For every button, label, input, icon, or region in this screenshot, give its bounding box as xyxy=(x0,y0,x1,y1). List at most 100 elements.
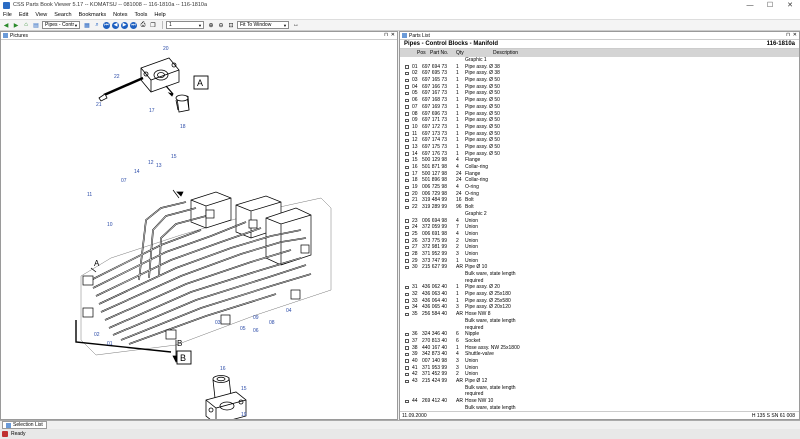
callout-04[interactable]: 04 xyxy=(286,308,292,314)
row-checkbox[interactable] xyxy=(405,252,409,256)
row-checkbox[interactable] xyxy=(405,91,409,96)
table-row[interactable]: 05 697 167 73 1 Pipe assy. Ø 50 xyxy=(400,90,799,97)
home-icon[interactable]: ⌂ xyxy=(22,21,30,29)
row-checkbox[interactable] xyxy=(405,118,409,123)
callout-12[interactable]: 12 xyxy=(148,160,154,166)
zoom-box-icon[interactable]: ⊡ xyxy=(227,21,235,29)
callout-07[interactable]: 07 xyxy=(121,178,127,184)
table-row[interactable]: 40 007 140 98 3 Union xyxy=(400,358,799,365)
search-icon[interactable]: ⌕ xyxy=(93,21,101,29)
maximize-button[interactable]: ☐ xyxy=(760,0,780,10)
callout-22[interactable]: 22 xyxy=(114,74,120,80)
table-row[interactable]: Graphic 2 xyxy=(400,211,799,218)
row-checkbox[interactable] xyxy=(405,198,409,203)
next-page-icon[interactable]: ▶ xyxy=(121,21,128,29)
row-checkbox[interactable] xyxy=(405,359,409,363)
table-row[interactable]: 11 697 173 73 1 Pipe assy. Ø 50 xyxy=(400,131,799,138)
zoom-out-icon[interactable]: ⊖ xyxy=(217,21,225,29)
menu-bookmarks[interactable]: Bookmarks xyxy=(79,12,107,18)
callout-14[interactable]: 14 xyxy=(134,169,140,175)
row-checkbox[interactable] xyxy=(405,178,409,183)
row-checkbox[interactable] xyxy=(405,145,409,149)
callout-10[interactable]: 10 xyxy=(107,222,113,228)
row-checkbox[interactable] xyxy=(405,372,409,377)
menu-view[interactable]: View xyxy=(35,12,47,18)
table-row[interactable]: required xyxy=(400,325,799,332)
close-icon[interactable]: ✕ xyxy=(793,32,797,38)
callout-21[interactable]: 21 xyxy=(96,102,102,108)
row-checkbox[interactable] xyxy=(405,112,409,116)
parts-drawing[interactable]: A B A B 20 22 17 18 21 15 13 12 14 07 11… xyxy=(1,40,397,419)
callout-11[interactable]: 11 xyxy=(87,192,92,198)
row-checkbox[interactable] xyxy=(405,172,409,176)
callout-08[interactable]: 08 xyxy=(269,320,275,326)
table-row[interactable]: 10 697 172 73 1 Pipe assy. Ø 50 xyxy=(400,124,799,131)
table-row[interactable]: 37 270 813 40 6 Socket xyxy=(400,338,799,345)
table-row[interactable]: 08 697 696 73 1 Pipe assy. Ø 50 xyxy=(400,111,799,118)
pin-icon[interactable]: ⊓ xyxy=(384,32,388,38)
row-checkbox[interactable] xyxy=(405,399,409,404)
row-checkbox[interactable] xyxy=(405,352,409,357)
row-checkbox[interactable] xyxy=(405,78,409,83)
row-checkbox[interactable] xyxy=(405,219,409,223)
callout-15[interactable]: 15 xyxy=(171,154,177,160)
row-checkbox[interactable] xyxy=(405,312,409,317)
table-row[interactable]: 23 006 694 98 4 Union xyxy=(400,218,799,225)
table-row[interactable]: 21 319 484 99 16 Bolt xyxy=(400,197,799,204)
copy-icon[interactable]: ❐ xyxy=(149,21,157,29)
table-row[interactable]: 20 006 729 98 24 O-ring xyxy=(400,191,799,198)
row-checkbox[interactable] xyxy=(405,132,409,136)
callout-18[interactable]: 18 xyxy=(180,124,186,130)
callout-16[interactable]: 16 xyxy=(220,366,226,372)
table-row[interactable]: 19 006 725 98 4 O-ring xyxy=(400,184,799,191)
table-row[interactable]: 02 697 695 73 1 Pipe assy. Ø 38 xyxy=(400,70,799,77)
table-row[interactable]: 35 256 584 40 AR Hose NW 8 xyxy=(400,311,799,318)
row-checkbox[interactable] xyxy=(405,192,409,196)
callout-02[interactable]: 02 xyxy=(94,332,100,338)
table-row[interactable]: 31 436 062 40 1 Pipe assy. Ø 20 xyxy=(400,284,799,291)
table-row[interactable]: 07 697 169 73 1 Pipe assy. Ø 50 xyxy=(400,104,799,111)
callout-19[interactable]: 19 xyxy=(241,412,247,418)
row-checkbox[interactable] xyxy=(405,366,409,370)
row-checkbox[interactable] xyxy=(405,245,409,250)
table-row[interactable]: 36 324 346 40 6 Nipple xyxy=(400,331,799,338)
table-row[interactable]: 32 436 063 40 1 Pipe assy. Ø 25x180 xyxy=(400,291,799,298)
close-icon[interactable]: ✕ xyxy=(391,32,395,38)
first-page-icon[interactable]: ⏮ xyxy=(103,21,110,29)
table-row[interactable]: required xyxy=(400,391,799,398)
table-row[interactable]: 29 373 747 99 1 Union xyxy=(400,258,799,265)
menu-edit[interactable]: Edit xyxy=(19,12,28,18)
close-button[interactable]: ✕ xyxy=(780,0,800,10)
row-checkbox[interactable] xyxy=(405,225,409,230)
row-checkbox[interactable] xyxy=(405,346,409,350)
row-checkbox[interactable] xyxy=(405,205,409,210)
row-checkbox[interactable] xyxy=(405,379,409,383)
row-checkbox[interactable] xyxy=(405,299,409,303)
callout-20[interactable]: 20 xyxy=(163,46,169,52)
table-row[interactable]: 01 697 694 73 1 Pipe assy. Ø 38 xyxy=(400,64,799,71)
menu-help[interactable]: Help xyxy=(154,12,165,18)
pin-icon[interactable]: ⊓ xyxy=(786,32,790,38)
table-row[interactable]: 43 215 424 99 AR Pipe Ø 12 xyxy=(400,378,799,385)
table-row[interactable]: 12 697 174 73 1 Pipe assy. Ø 50 xyxy=(400,137,799,144)
table-row[interactable]: 03 697 165 73 1 Pipe assy. Ø 50 xyxy=(400,77,799,84)
column-description[interactable]: Description xyxy=(493,50,518,56)
table-row[interactable]: 09 697 171 73 1 Pipe assy. Ø 50 xyxy=(400,117,799,124)
back-arrow-icon[interactable]: ◀ xyxy=(2,21,10,29)
table-row[interactable]: 42 371 452 99 2 Union xyxy=(400,371,799,378)
zoom-in-icon[interactable]: ⊕ xyxy=(207,21,215,29)
row-checkbox[interactable] xyxy=(405,105,409,109)
table-row[interactable]: 30 215 627 99 AR Pipe Ø 10 xyxy=(400,264,799,271)
callout-01[interactable]: 01 xyxy=(107,341,113,347)
table-row[interactable]: 26 373 775 99 2 Union xyxy=(400,238,799,245)
callout-05[interactable]: 05 xyxy=(240,326,246,332)
table-row[interactable]: 24 372 059 99 7 Union xyxy=(400,224,799,231)
row-checkbox[interactable] xyxy=(405,232,409,236)
table-row[interactable]: 41 371 953 99 3 Union xyxy=(400,365,799,372)
forward-arrow-icon[interactable]: ▶ xyxy=(12,21,20,29)
row-checkbox[interactable] xyxy=(405,125,409,129)
row-checkbox[interactable] xyxy=(405,152,409,156)
table-row[interactable]: 06 697 168 73 1 Pipe assy. Ø 50 xyxy=(400,97,799,104)
table-row[interactable]: 33 436 064 40 1 Pipe assy. Ø 25x580 xyxy=(400,298,799,305)
table-row[interactable]: 25 006 691 98 4 Union xyxy=(400,231,799,238)
